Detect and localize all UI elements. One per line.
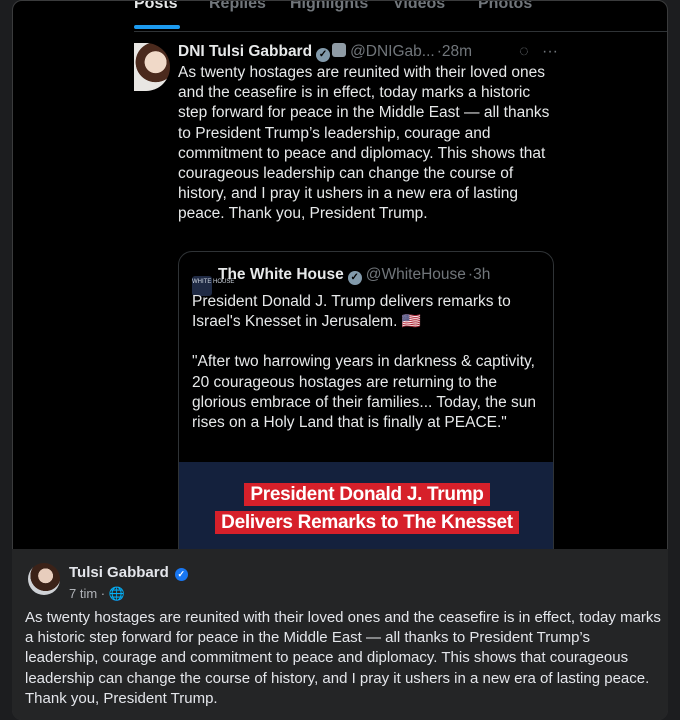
quoted-tweet-text: President Donald J. Trump delivers remar… (192, 292, 542, 433)
media-banner-line1: President Donald J. Trump (244, 483, 490, 506)
globe-icon: 🌐 (108, 586, 125, 601)
tweet-time[interactable]: ·28m (437, 43, 472, 60)
more-icon[interactable]: ··· (542, 43, 558, 60)
quoted-time[interactable]: ·3h (468, 266, 490, 283)
quoted-text-line2: "After two harrowing years in darkness &… (192, 353, 537, 432)
avatar[interactable] (28, 563, 60, 595)
verified-badge-icon: ✓ (347, 271, 362, 285)
verified-badge-icon: ✓ (174, 568, 188, 581)
facebook-post: Tulsi Gabbard ✓ 7 tim · 🌐 As twenty hosta… (12, 549, 668, 720)
fb-post-time[interactable]: 7 tim · (69, 586, 105, 601)
tweet-author-name[interactable]: DNI Tulsi Gabbard (178, 43, 312, 60)
fb-post-text: As twenty hostages are reunited with the… (25, 609, 661, 707)
tab-highlights[interactable]: Highlights (290, 1, 368, 13)
active-tab-indicator (134, 25, 180, 29)
media-banner-line2: Delivers Remarks to The Knesset (215, 511, 519, 534)
tweet-text: As twenty hostages are reunited with the… (178, 64, 550, 223)
tab-videos[interactable]: Videos (393, 1, 445, 13)
tab-replies[interactable]: Replies (209, 1, 266, 13)
fb-post-meta: 7 tim · 🌐 (69, 586, 125, 602)
fb-author-row: Tulsi Gabbard ✓ (69, 564, 188, 581)
tweet-header: DNI Tulsi Gabbard ✓ @DNIGab... ·28m ◌ ··· (178, 43, 558, 65)
tab-posts[interactable]: Posts (134, 1, 178, 13)
grok-icon[interactable]: ◌ (519, 43, 529, 60)
quoted-handle[interactable]: @WhiteHouse (366, 266, 466, 283)
quoted-text-line1: President Donald J. Trump delivers remar… (192, 293, 511, 331)
verified-badge-icon: ✓ (316, 48, 331, 62)
tweet-handle[interactable]: @DNIGab... (350, 43, 435, 60)
tweet-actions: ◌ ··· (519, 43, 558, 61)
quoted-tweet[interactable]: WHITE HOUSEThe White House ✓ @WhiteHouse ·3… (178, 251, 554, 571)
quoted-author-name[interactable]: The White House (218, 266, 344, 283)
tab-photos[interactable]: Photos (478, 1, 532, 13)
avatar[interactable] (134, 43, 170, 91)
fb-author-name[interactable]: Tulsi Gabbard (69, 564, 169, 581)
government-seal-icon (332, 43, 347, 57)
profile-tabs: Posts Replies Highlights Videos Photos (134, 1, 667, 32)
